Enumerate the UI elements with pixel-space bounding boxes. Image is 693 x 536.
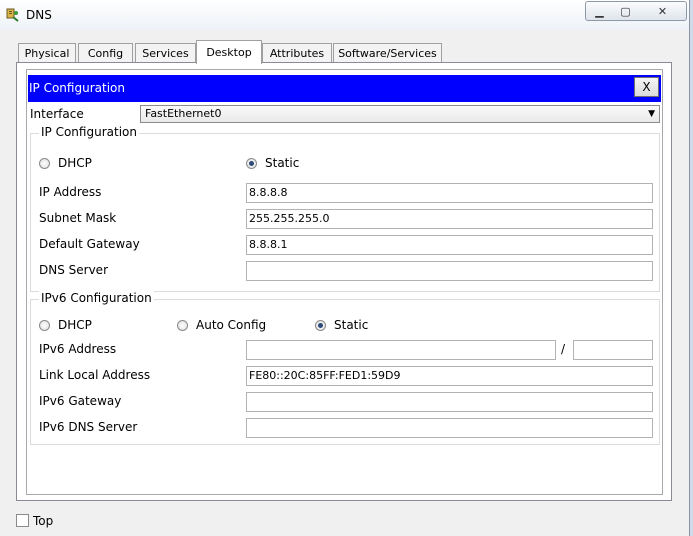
radio-selected-dot	[318, 323, 323, 328]
window-title: DNS	[26, 8, 52, 22]
tab-software-services[interactable]: Software/Services	[333, 43, 442, 63]
ip-configuration-panel: IP Configuration X Interface FastEtherne…	[26, 69, 663, 495]
packet-tracer-server-icon	[6, 8, 19, 22]
ipv6-static-radio[interactable]	[315, 320, 326, 331]
chevron-down-icon: ▼	[648, 109, 655, 119]
tab-attributes[interactable]: Attributes	[262, 43, 332, 63]
tab-config[interactable]: Config	[78, 43, 133, 63]
maximize-button[interactable]: ▢	[612, 1, 640, 21]
ipv6-address-label: IPv6 Address	[39, 342, 117, 356]
title-bar[interactable]: DNS ▁ ▢ ✕	[0, 0, 689, 30]
link-local-address-label: Link Local Address	[39, 368, 151, 382]
tab-label: Physical	[24, 47, 70, 60]
interface-select[interactable]: FastEthernet0 ▼	[140, 105, 660, 123]
ipv6-gateway-input[interactable]	[246, 392, 653, 412]
ipv4-static-label[interactable]: Static	[265, 156, 299, 170]
panel-header: IP Configuration X	[28, 75, 661, 102]
ip-address-label: IP Address	[39, 185, 102, 199]
panel-close-button[interactable]: X	[634, 77, 659, 97]
ipv6-auto-config-radio[interactable]	[177, 320, 188, 331]
radio-selected-dot	[249, 161, 254, 166]
ipv4-static-radio[interactable]	[246, 158, 257, 169]
maximize-icon: ▢	[620, 4, 631, 18]
minimize-button[interactable]: ▁	[585, 1, 614, 21]
minimize-icon: ▁	[595, 4, 604, 18]
interface-label: Interface	[30, 107, 84, 121]
dns-server-label: DNS Server	[39, 263, 108, 277]
top-label[interactable]: Top	[33, 514, 53, 528]
subnet-mask-input[interactable]: 255.255.255.0	[246, 209, 653, 229]
ipv6-address-input[interactable]	[246, 340, 556, 360]
ipv6-static-label[interactable]: Static	[334, 318, 368, 332]
ipv4-dhcp-radio[interactable]	[39, 158, 50, 169]
tab-label: Config	[87, 47, 124, 60]
tab-physical[interactable]: Physical	[18, 43, 76, 63]
ipv6-auto-config-label[interactable]: Auto Config	[196, 318, 266, 332]
panel-title: IP Configuration	[29, 81, 125, 95]
ipv6-gateway-label: IPv6 Gateway	[39, 394, 122, 408]
close-window-button[interactable]: ✕	[639, 1, 687, 21]
ipv4-group-label: IP Configuration	[39, 125, 139, 139]
ipv6-dns-server-label: IPv6 DNS Server	[39, 420, 138, 434]
dns-server-input[interactable]	[246, 261, 653, 281]
close-icon: ✕	[657, 4, 668, 18]
prefix-slash: /	[561, 342, 566, 356]
dns-window: DNS ▁ ▢ ✕ Physical Config Services Deskt…	[0, 0, 690, 536]
interface-value: FastEthernet0	[145, 107, 222, 120]
tab-label: Services	[142, 47, 189, 60]
link-local-address-input[interactable]: FE80::20C:85FF:FED1:59D9	[246, 366, 653, 386]
tab-label: Attributes	[269, 47, 325, 60]
ipv6-dhcp-radio[interactable]	[39, 320, 50, 331]
ipv6-group-label: IPv6 Configuration	[39, 291, 154, 305]
top-checkbox[interactable]	[16, 514, 29, 527]
ipv4-configuration-group: IP Configuration DHCP Static IP Address …	[30, 125, 660, 292]
ipv6-prefix-input[interactable]	[573, 340, 653, 360]
tab-label: Desktop	[206, 46, 252, 59]
tab-desktop[interactable]: Desktop	[196, 40, 262, 64]
ip-address-input[interactable]: 8.8.8.8	[246, 183, 653, 203]
desktop-tab-content: IP Configuration X Interface FastEtherne…	[16, 62, 672, 501]
ipv4-dhcp-label[interactable]: DHCP	[58, 156, 92, 170]
tab-label: Software/Services	[338, 47, 437, 60]
subnet-mask-label: Subnet Mask	[39, 211, 117, 225]
panel-close-label: X	[642, 80, 651, 94]
default-gateway-label: Default Gateway	[39, 237, 140, 251]
ipv6-configuration-group: IPv6 Configuration DHCP Auto Config Stat…	[30, 291, 660, 445]
default-gateway-input[interactable]: 8.8.8.1	[246, 235, 653, 255]
ipv6-dns-server-input[interactable]	[246, 418, 653, 438]
tab-services[interactable]: Services	[135, 43, 196, 63]
ipv6-dhcp-label[interactable]: DHCP	[58, 318, 92, 332]
